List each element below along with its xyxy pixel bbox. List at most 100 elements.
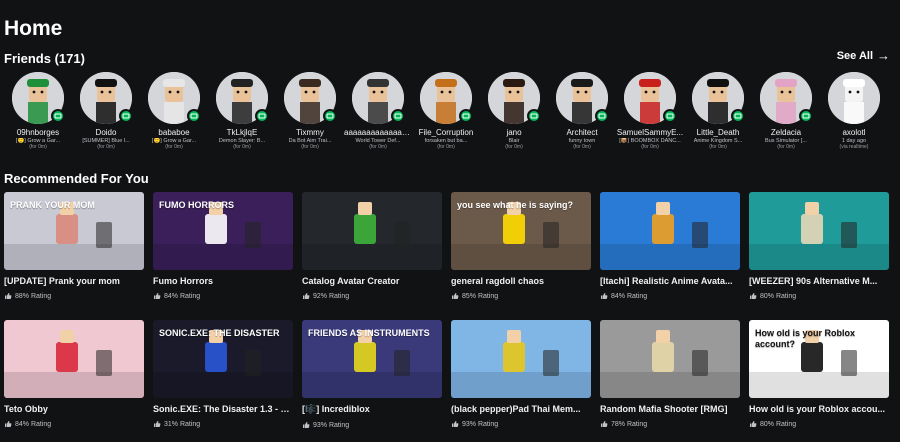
friend-name[interactable]: Architect	[548, 128, 616, 137]
friend-name[interactable]: Doido	[72, 128, 140, 137]
game-card[interactable]: [WEEZER] 90s Alternative M... 80% Rating	[749, 192, 889, 300]
game-thumbnail[interactable]	[749, 192, 889, 270]
friend-name[interactable]: TkLkjlqE	[208, 128, 276, 137]
friend-item[interactable]: Zeldacia Bus Simulator [... (for 0m)	[752, 72, 820, 150]
friend-avatar[interactable]	[284, 72, 337, 124]
game-title[interactable]: Catalog Avatar Creator	[302, 276, 442, 286]
game-thumbnail[interactable]	[4, 320, 144, 398]
friend-avatar[interactable]	[216, 72, 269, 124]
friend-avatar[interactable]	[148, 72, 201, 124]
friend-name[interactable]: 09hnborges	[4, 128, 72, 137]
friend-item[interactable]: axolotl 1 day ago (via realtime)	[820, 72, 888, 150]
in-game-status-icon	[799, 109, 813, 123]
game-card[interactable]: FUMO HORRORS Fumo Horrors 84% Rating	[153, 192, 293, 300]
friend-item[interactable]: Architect funny town (for 0m)	[548, 72, 616, 150]
thumbnail-caption: PRANK YOUR MOM	[10, 200, 95, 210]
game-card[interactable]: FRIENDS AS INSTRUMENTS [🎼] Incrediblox 93%…	[302, 320, 442, 429]
friend-avatar[interactable]	[556, 72, 609, 124]
thumbnail-caption: How old is your Roblox account?	[755, 328, 856, 349]
game-rating: 84% Rating	[600, 292, 740, 300]
game-title[interactable]: [Itachi] Realistic Anime Avata...	[600, 276, 740, 286]
game-card[interactable]: Random Mafia Shooter [RMG] 78% Rating	[600, 320, 740, 428]
friend-avatar[interactable]	[760, 72, 813, 124]
friend-avatar[interactable]	[828, 72, 880, 124]
friend-avatar[interactable]	[352, 72, 405, 124]
rating-label: 84% Rating	[611, 292, 648, 300]
thumbs-up-icon	[154, 293, 161, 299]
friend-name[interactable]: File_Corruption	[412, 128, 480, 137]
friend-name[interactable]: axolotl	[820, 128, 888, 137]
game-thumbnail[interactable]	[600, 320, 740, 398]
game-thumbnail[interactable]: FRIENDS AS INSTRUMENTS	[302, 320, 442, 398]
friend-avatar[interactable]	[12, 72, 65, 124]
game-thumbnail[interactable]	[600, 192, 740, 270]
friend-avatar[interactable]	[488, 72, 541, 124]
game-title[interactable]: How old is your Roblox accou...	[749, 404, 889, 414]
game-title[interactable]: [🎼] Incrediblox	[302, 404, 442, 415]
friend-name[interactable]: Little_Death	[684, 128, 752, 137]
friend-item[interactable]: Tixmmy Da Bot Aim Trai... (for 0m)	[276, 72, 344, 150]
friend-avatar[interactable]	[692, 72, 745, 124]
friend-item[interactable]: jano Blair (for 0m)	[480, 72, 548, 150]
friend-avatar[interactable]	[420, 72, 473, 124]
friend-activity-duration: (for 0m)	[777, 144, 795, 150]
thumbnail-caption: SONIC.EXE: THE DISASTER	[159, 328, 280, 338]
friend-avatar[interactable]	[624, 72, 677, 124]
friend-item[interactable]: TkLkjlqE Demon Slayer: B... (for 0m)	[208, 72, 276, 150]
game-rating: 88% Rating	[4, 292, 144, 300]
friend-item[interactable]: Doido [SUMMER] Blue l... (for 0m)	[72, 72, 140, 150]
game-card[interactable]: Catalog Avatar Creator 92% Rating	[302, 192, 442, 300]
friend-name[interactable]: SamuelSammyE...	[616, 128, 684, 137]
friend-name[interactable]: aaaaaaaaaaaaaa...	[344, 128, 412, 137]
game-title[interactable]: Fumo Horrors	[153, 276, 293, 286]
game-title[interactable]: Teto Obby	[4, 404, 144, 414]
game-rating: 85% Rating	[451, 292, 591, 300]
friend-item[interactable]: 09hnborges [🙂] Grow a Gar... (for 0m)	[4, 72, 72, 150]
rating-label: 84% Rating	[15, 420, 52, 428]
game-thumbnail[interactable]: How old is your Roblox account?	[749, 320, 889, 398]
friend-item[interactable]: File_Corruption forsaken but ba... (for 0m…	[412, 72, 480, 150]
thumbs-up-icon	[5, 421, 12, 427]
game-thumbnail[interactable]: you see what he is saying?	[451, 192, 591, 270]
game-thumbnail[interactable]: SONIC.EXE: THE DISASTER	[153, 320, 293, 398]
rating-label: 88% Rating	[15, 292, 52, 300]
friend-activity-duration: (for 0m)	[97, 144, 115, 150]
game-card[interactable]: PRANK YOUR MOM [UPDATE] Prank your mom 88%…	[4, 192, 144, 300]
friend-item[interactable]: aaaaaaaaaaaaaa... World Tower Def... (for …	[344, 72, 412, 150]
game-card[interactable]: [Itachi] Realistic Anime Avata... 84% Rat…	[600, 192, 740, 300]
friend-activity-duration: (for 0m)	[233, 144, 251, 150]
game-card[interactable]: SONIC.EXE: THE DISASTER Sonic.EXE: The Di…	[153, 320, 293, 428]
game-thumbnail[interactable]	[302, 192, 442, 270]
game-title[interactable]: general ragdoll chaos	[451, 276, 591, 286]
game-thumbnail[interactable]: FUMO HORRORS	[153, 192, 293, 270]
game-card[interactable]: Teto Obby 84% Rating	[4, 320, 144, 428]
game-title[interactable]: [WEEZER] 90s Alternative M...	[749, 276, 889, 286]
rating-label: 93% Rating	[462, 420, 499, 428]
in-game-status-icon	[51, 109, 65, 123]
game-thumbnail[interactable]	[451, 320, 591, 398]
rating-label: 80% Rating	[760, 420, 797, 428]
see-all-link[interactable]: See All →	[837, 48, 890, 63]
game-card[interactable]: How old is your Roblox account? How old i…	[749, 320, 889, 428]
game-title[interactable]: Random Mafia Shooter [RMG]	[600, 404, 740, 414]
friend-name[interactable]: bababoe	[140, 128, 208, 137]
friend-item[interactable]: SamuelSammyE... [📦] BOOMBOX DANC... (for 0…	[616, 72, 684, 150]
friend-item[interactable]: Little_Death Anime Kingdom S... (for 0m)	[684, 72, 752, 150]
friend-avatar[interactable]	[80, 72, 133, 124]
thumbs-up-icon	[5, 293, 12, 299]
game-title[interactable]: Sonic.EXE: The Disaster 1.3 - R...	[153, 404, 293, 414]
friend-item[interactable]: bababoe [🙂] Grow a Gar... (for 0m)	[140, 72, 208, 150]
game-rating: 80% Rating	[749, 420, 889, 428]
rating-label: 92% Rating	[313, 292, 350, 300]
friends-section-title[interactable]: Friends (171)	[4, 51, 85, 66]
game-card[interactable]: (black pepper)Pad Thai Mem... 93% Rating	[451, 320, 591, 428]
friend-name[interactable]: Zeldacia	[752, 128, 820, 137]
in-game-status-icon	[527, 109, 541, 123]
game-title[interactable]: [UPDATE] Prank your mom	[4, 276, 144, 286]
friend-name[interactable]: Tixmmy	[276, 128, 344, 137]
game-thumbnail[interactable]: PRANK YOUR MOM	[4, 192, 144, 270]
game-title[interactable]: (black pepper)Pad Thai Mem...	[451, 404, 591, 414]
friend-name[interactable]: jano	[480, 128, 548, 137]
game-rating: 80% Rating	[749, 292, 889, 300]
game-card[interactable]: you see what he is saying? general ragdol…	[451, 192, 591, 300]
